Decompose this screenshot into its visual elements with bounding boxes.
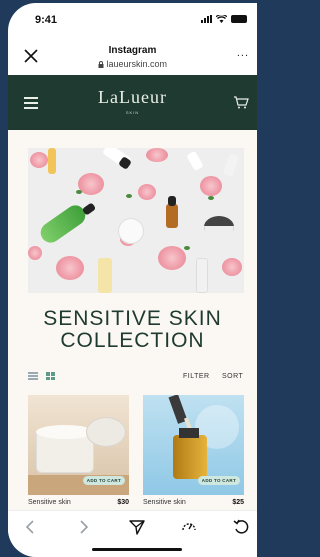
browser-url: laueurskin.com bbox=[8, 59, 257, 69]
cart-icon[interactable] bbox=[233, 95, 249, 109]
status-icons bbox=[201, 15, 247, 23]
view-toggle bbox=[28, 372, 56, 380]
product-image[interactable]: ADD TO CART bbox=[143, 395, 244, 495]
product-card[interactable]: ADD TO CART Sensitive skin $30 bbox=[28, 395, 129, 510]
lock-icon bbox=[98, 61, 104, 68]
status-time: 9:41 bbox=[35, 14, 58, 26]
product-price: $30 bbox=[117, 499, 129, 506]
collection-page: SENSITIVE SKIN COLLECTION FILTER SORT AD… bbox=[8, 130, 257, 510]
share-icon[interactable] bbox=[128, 518, 146, 536]
product-card[interactable]: ADD TO CART Sensitive skin $25 bbox=[143, 395, 244, 510]
more-options-button[interactable]: ... bbox=[237, 47, 249, 59]
product-name: Sensitive skin bbox=[28, 499, 71, 506]
in-app-browser-bar: Instagram laueurskin.com ... bbox=[8, 41, 257, 75]
signal-icon bbox=[201, 15, 212, 23]
sort-button[interactable]: SORT bbox=[222, 373, 243, 380]
filter-button[interactable]: FILTER bbox=[183, 373, 210, 380]
grid-view-icon[interactable] bbox=[46, 372, 56, 380]
collection-title-line-2: COLLECTION bbox=[60, 329, 205, 352]
forward-icon[interactable] bbox=[74, 518, 92, 536]
product-price: $25 bbox=[232, 499, 244, 506]
wifi-icon bbox=[216, 15, 227, 23]
phone-screen: 9:41 Instagram laueurskin.com ... LaLueu… bbox=[8, 3, 257, 557]
list-view-icon[interactable] bbox=[28, 372, 38, 380]
product-name: Sensitive skin bbox=[143, 499, 186, 506]
product-image[interactable]: ADD TO CART bbox=[28, 395, 129, 495]
battery-icon bbox=[231, 15, 247, 23]
add-to-cart-button[interactable]: ADD TO CART bbox=[82, 476, 125, 485]
back-icon[interactable] bbox=[22, 518, 40, 536]
status-bar: 9:41 bbox=[8, 3, 257, 35]
home-indicator[interactable] bbox=[92, 548, 182, 551]
collection-title-line-1: SENSITIVE SKIN bbox=[43, 307, 222, 330]
reload-icon[interactable] bbox=[232, 518, 250, 536]
add-to-cart-button[interactable]: ADD TO CART bbox=[197, 476, 240, 485]
site-header: LaLueur SKIN bbox=[8, 75, 257, 130]
brand-logo[interactable]: LaLueur bbox=[8, 87, 257, 108]
speed-icon[interactable] bbox=[180, 518, 198, 536]
url-text: laueurskin.com bbox=[106, 59, 168, 69]
hero-image bbox=[28, 148, 244, 293]
brand-logo-sub: SKIN bbox=[125, 110, 140, 115]
collection-title: SENSITIVE SKIN COLLECTION bbox=[8, 308, 257, 352]
browser-nav-bar bbox=[8, 510, 257, 557]
browser-title: Instagram bbox=[108, 45, 157, 56]
